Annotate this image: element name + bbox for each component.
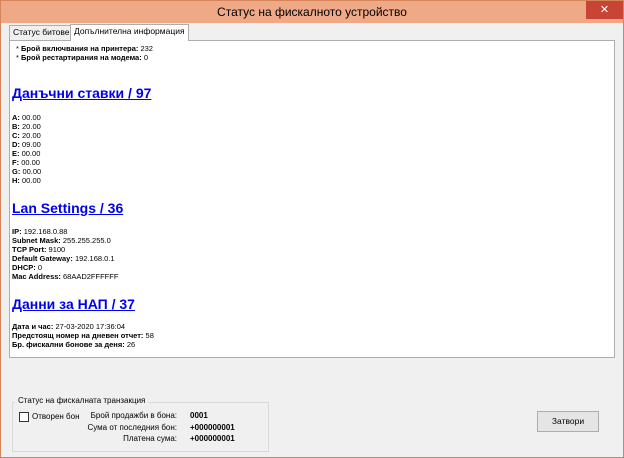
nap-row: Предстоящ номер на дневен отчет: 58 (12, 331, 614, 340)
title-bar: Статус на фискалното устройство ✕ (1, 1, 623, 23)
lan-value: 9100 (48, 245, 66, 254)
lan-row: TCP Port: 9100 (12, 245, 614, 254)
tax-rate-value: 09.00 (22, 140, 41, 149)
lan-key: TCP Port: (12, 245, 47, 254)
printer-starts-label: Брой включвания на принтера: (21, 44, 139, 53)
tax-rates-list: A: 00.00 B: 20.00 C: 20.00 D: 09.00 E: 0… (12, 113, 614, 185)
lan-value: 192.168.0.1 (74, 254, 115, 263)
lan-value: 255.255.255.0 (62, 236, 111, 245)
tax-rate-row: C: 20.00 (12, 131, 614, 140)
tax-rate-row: D: 09.00 (12, 140, 614, 149)
lan-value: 68AAD2FFFFFF (63, 272, 119, 281)
tax-rate-row: E: 00.00 (12, 149, 614, 158)
tax-rate-key: H: (12, 176, 20, 185)
nap-row: Бр. фискални бонове за деня: 26 (12, 340, 614, 349)
tax-rate-value: 00.00 (22, 176, 41, 185)
nap-value: 58 (145, 331, 154, 340)
last-receipt-sum-value: +000000001 (190, 423, 235, 432)
lan-value: 192.168.0.88 (23, 227, 68, 236)
tab-additional-info[interactable]: Допълнителна информация (70, 24, 189, 41)
tax-rate-key: F: (12, 158, 20, 167)
lan-row: DHCP: 0 (12, 263, 614, 272)
tax-rate-row: B: 20.00 (12, 122, 614, 131)
nap-key: Бр. фискални бонове за деня: (12, 340, 125, 349)
tax-rate-value: 00.00 (21, 149, 41, 158)
tax-rate-value: 00.00 (22, 167, 42, 176)
nap-data-list: Дата и час: 27-03-2020 17:36:04 Предстоя… (12, 322, 614, 349)
window-title: Статус на фискалното устройство (217, 5, 407, 19)
paid-sum-value: +000000001 (190, 434, 235, 443)
tax-rate-key: C: (12, 131, 20, 140)
sales-count-label: Брой продажби в бона: (90, 411, 177, 420)
tax-rate-value: 00.00 (22, 113, 41, 122)
lan-key: Default Gateway: (12, 254, 73, 263)
tax-rate-value: 20.00 (22, 131, 41, 140)
modem-restarts-value: 0 (143, 53, 148, 62)
nap-row: Дата и час: 27-03-2020 17:36:04 (12, 322, 614, 331)
lan-value: 0 (37, 263, 43, 272)
lan-row: Mac Address: 68AAD2FFFFFF (12, 272, 614, 281)
paid-sum-label: Платена сума: (123, 434, 177, 443)
tax-rate-key: G: (12, 167, 21, 176)
nap-key: Предстоящ номер на дневен отчет: (12, 331, 144, 340)
lan-key: IP: (12, 227, 22, 236)
tax-rates-heading[interactable]: Данъчни ставки / 97 (12, 85, 614, 101)
tax-rate-value: 00.00 (21, 158, 40, 167)
tab-status-bits[interactable]: Статус битове (9, 25, 74, 40)
nap-key: Дата и час: (12, 322, 54, 331)
tax-rate-key: B: (12, 122, 20, 131)
printer-starts-value: 232 (140, 44, 153, 53)
nap-value: 27-03-2020 17:36:04 (55, 322, 126, 331)
lan-row: Subnet Mask: 255.255.255.0 (12, 236, 614, 245)
lan-settings-heading[interactable]: Lan Settings / 36 (12, 200, 614, 216)
nap-value: 26 (126, 340, 136, 349)
transaction-status-title: Статус на фискалната транзакция (15, 396, 149, 406)
lan-row: IP: 192.168.0.88 (12, 227, 614, 236)
close-icon[interactable]: ✕ (586, 1, 623, 19)
lan-key: DHCP: (12, 263, 36, 272)
modem-restarts-label: Брой рестартирания на модема: (21, 53, 142, 62)
tax-rate-key: D: (12, 140, 20, 149)
nap-data-heading[interactable]: Данни за НАП / 37 (12, 296, 614, 312)
tax-rate-row: A: 00.00 (12, 113, 614, 122)
info-panel[interactable]: * Брой включвания на принтера: 232 * Бро… (9, 40, 615, 358)
lan-row: Default Gateway: 192.168.0.1 (12, 254, 614, 263)
tax-rate-value: 20.00 (22, 122, 41, 131)
lan-key: Mac Address: (12, 272, 61, 281)
printer-starts-row: * Брой включвания на принтера: 232 (16, 44, 153, 53)
fiscal-device-status-window: Статус на фискалното устройство ✕ Статус… (0, 0, 624, 458)
tax-rate-row: G: 00.00 (12, 167, 614, 176)
last-receipt-sum-label: Сума от последния бон: (87, 423, 177, 432)
tax-rate-key: E: (12, 149, 20, 158)
tax-rate-key: A: (12, 113, 20, 122)
close-button[interactable]: Затвори (537, 411, 599, 432)
tax-rate-row: H: 00.00 (12, 176, 614, 185)
sales-count-value: 0001 (190, 411, 208, 420)
lan-settings-list: IP: 192.168.0.88 Subnet Mask: 255.255.25… (12, 227, 614, 281)
modem-restarts-row: * Брой рестартирания на модема: 0 (16, 53, 148, 62)
tax-rate-row: F: 00.00 (12, 158, 614, 167)
lan-key: Subnet Mask: (12, 236, 61, 245)
